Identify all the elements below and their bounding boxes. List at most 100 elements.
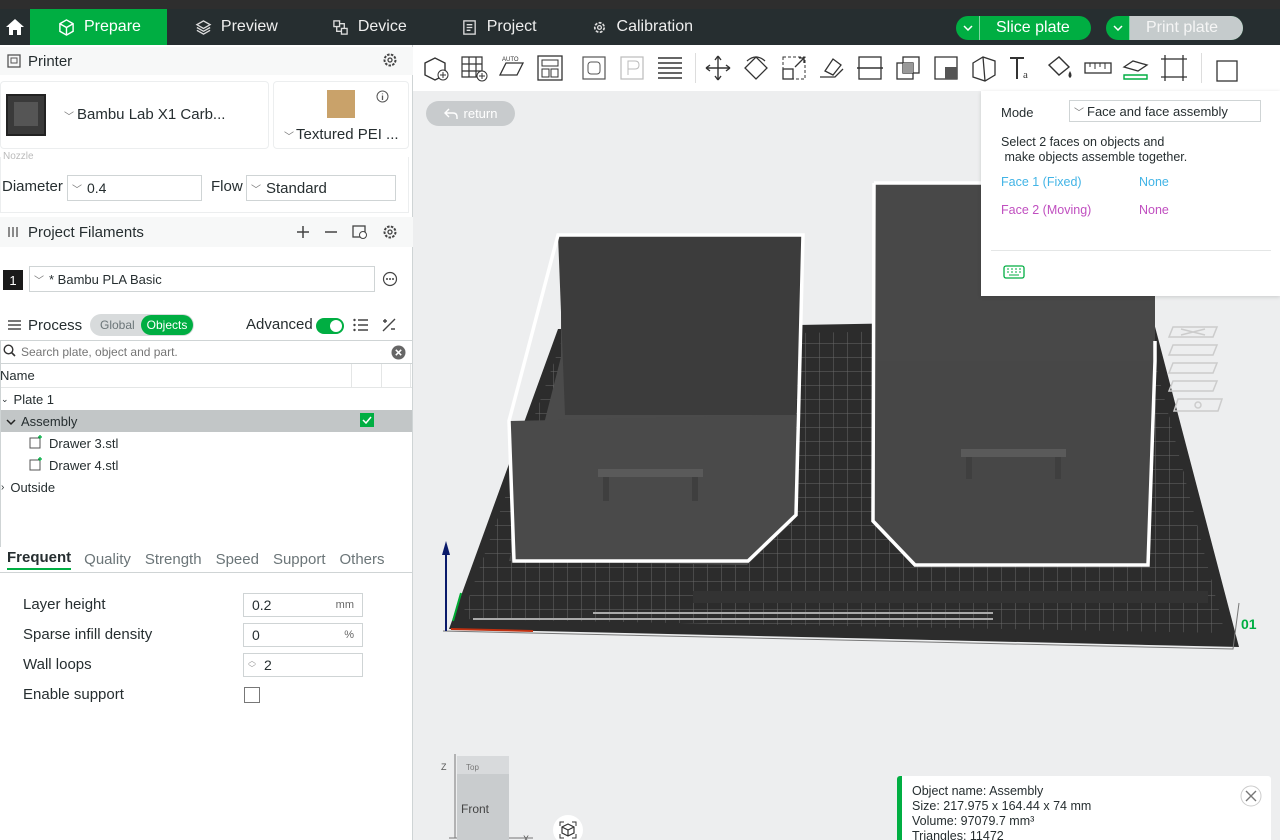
view-cube-front[interactable]: Front — [461, 802, 490, 816]
stepper-arrows-icon[interactable]: ︿ ﹀ — [248, 657, 256, 673]
split-parts-icon[interactable] — [614, 50, 650, 86]
chevron-down-icon: ﹀ — [251, 184, 261, 196]
tab-strength[interactable]: Strength — [145, 551, 202, 568]
text-icon[interactable]: a — [1004, 50, 1040, 86]
printer-settings-gear-icon[interactable] — [380, 50, 400, 70]
tree-row-outside[interactable]: › Outside — [0, 476, 413, 498]
split-objects-icon[interactable] — [576, 50, 612, 86]
return-button[interactable]: return — [426, 101, 515, 126]
view-cube[interactable]: Z X Top Front — [433, 750, 553, 840]
tab-project[interactable]: Project — [433, 9, 563, 45]
cut-icon[interactable] — [852, 50, 888, 86]
search-bar[interactable] — [0, 340, 413, 364]
add-plate-icon[interactable] — [456, 50, 492, 86]
tree-row-part[interactable]: Drawer 4.stl — [0, 454, 413, 476]
plate-number: 01 — [1241, 616, 1257, 632]
move-icon[interactable] — [700, 50, 736, 86]
chevron-down-icon[interactable] — [956, 16, 980, 40]
objects-option[interactable]: Objects — [141, 315, 193, 335]
chevron-down-icon: ﹀ — [34, 275, 44, 287]
enable-support-checkbox[interactable] — [244, 687, 260, 703]
slice-plate-button[interactable]: Slice plate — [956, 16, 1091, 40]
printer-card[interactable]: ﹀ Bambu Lab X1 Carb... — [0, 81, 269, 149]
device-icon — [333, 19, 348, 35]
keyboard-icon[interactable] — [1003, 265, 1025, 282]
filament-settings-gear-icon[interactable] — [380, 222, 400, 242]
close-icon[interactable] — [1240, 785, 1262, 811]
tree-row-assembly[interactable]: Assembly — [0, 410, 413, 432]
tab-others[interactable]: Others — [340, 551, 385, 568]
diameter-select[interactable]: ﹀ 0.4 — [67, 175, 202, 201]
tab-prepare[interactable]: Prepare — [30, 9, 167, 45]
printer-header: Printer — [0, 47, 413, 75]
list-icon[interactable] — [351, 315, 371, 335]
tab-preview[interactable]: Preview — [167, 9, 304, 45]
chevron-down-icon: ﹀ — [64, 112, 74, 123]
add-object-icon[interactable] — [418, 50, 454, 86]
wall-loops-label: Wall loops — [23, 656, 92, 673]
tab-device[interactable]: Device — [304, 9, 433, 45]
chevron-right-icon[interactable]: › — [1, 482, 4, 493]
home-icon[interactable] — [0, 9, 30, 45]
more-tools-icon[interactable] — [1210, 50, 1246, 86]
rotate-icon[interactable] — [738, 50, 774, 86]
layer-height-input[interactable]: 0.2 mm — [243, 593, 363, 617]
object-volume: Volume: 97079.7 mm³ — [912, 814, 1035, 828]
lay-on-face-icon[interactable] — [814, 50, 850, 86]
tab-frequent[interactable]: Frequent — [7, 549, 72, 570]
object-name: Object name: Assembly — [912, 784, 1044, 798]
fit-view-icon[interactable] — [1156, 50, 1192, 86]
search-icon — [3, 344, 16, 360]
support-painting-icon[interactable] — [928, 50, 964, 86]
tab-calibration[interactable]: Calibration — [563, 9, 719, 45]
seam-painting-icon[interactable] — [966, 50, 1002, 86]
face2-value: None — [1139, 203, 1169, 217]
part-icon — [29, 456, 44, 474]
chevron-down-icon[interactable]: ⌄ — [1, 394, 9, 405]
view-cube-top[interactable]: Top — [466, 763, 479, 772]
auto-orient-icon[interactable]: AUTO — [494, 50, 530, 86]
wall-loops-stepper[interactable]: ︿ ﹀ 2 — [243, 653, 363, 677]
undo-arrow-icon — [443, 108, 458, 119]
global-objects-toggle[interactable]: Global Objects — [90, 314, 194, 336]
search-input[interactable] — [21, 345, 381, 359]
add-filament-icon[interactable] — [293, 222, 313, 242]
flow-select[interactable]: ﹀ Standard — [246, 175, 396, 201]
tree-row-part[interactable]: Drawer 3.stl — [0, 432, 413, 454]
global-option[interactable]: Global — [100, 318, 135, 332]
more-options-icon[interactable] — [380, 269, 400, 289]
tab-support[interactable]: Support — [273, 551, 326, 568]
3d-viewport[interactable]: 01 AUTO a return Mode ﹀ Face and face as… — [413, 45, 1280, 840]
filament-select[interactable]: ﹀ * Bambu PLA Basic — [29, 266, 375, 292]
tab-quality[interactable]: Quality — [84, 551, 131, 568]
tab-speed[interactable]: Speed — [216, 551, 259, 568]
chevron-down-icon[interactable] — [6, 414, 16, 429]
color-painting-icon[interactable] — [1042, 50, 1078, 86]
filament-sync-icon[interactable] — [350, 222, 370, 242]
flow-label: Flow — [211, 178, 243, 195]
checkbox-checked-icon[interactable] — [360, 413, 374, 427]
tree-row-plate[interactable]: ⌄ Plate 1 — [0, 388, 413, 410]
infill-density-input[interactable]: 0% — [243, 623, 363, 647]
assembly-icon[interactable] — [1118, 50, 1154, 86]
compare-icon[interactable] — [379, 315, 399, 335]
filament-index-badge[interactable]: 1 — [3, 270, 23, 290]
print-plate-button[interactable]: Print plate — [1106, 16, 1243, 40]
scale-icon[interactable] — [776, 50, 812, 86]
plate-type-card[interactable]: ﹀ Textured PEI ... — [273, 81, 409, 149]
layer-height-label: Layer height — [23, 596, 106, 613]
layers-editing-icon[interactable] — [652, 50, 688, 86]
title-strip — [0, 0, 1280, 9]
boolean-icon[interactable] — [890, 50, 926, 86]
measure-icon[interactable] — [1080, 50, 1116, 86]
info-icon[interactable] — [372, 86, 392, 106]
arrange-icon[interactable] — [532, 50, 568, 86]
mode-select[interactable]: ﹀ Face and face assembly — [1069, 100, 1261, 122]
advanced-toggle[interactable] — [316, 318, 344, 334]
view-3d-icon[interactable] — [553, 815, 583, 840]
remove-filament-icon[interactable] — [321, 222, 341, 242]
mode-label: Mode — [1001, 105, 1034, 120]
plate-side-icons[interactable] — [1167, 326, 1224, 412]
chevron-down-icon[interactable] — [1106, 16, 1130, 40]
clear-search-icon[interactable] — [391, 345, 406, 363]
